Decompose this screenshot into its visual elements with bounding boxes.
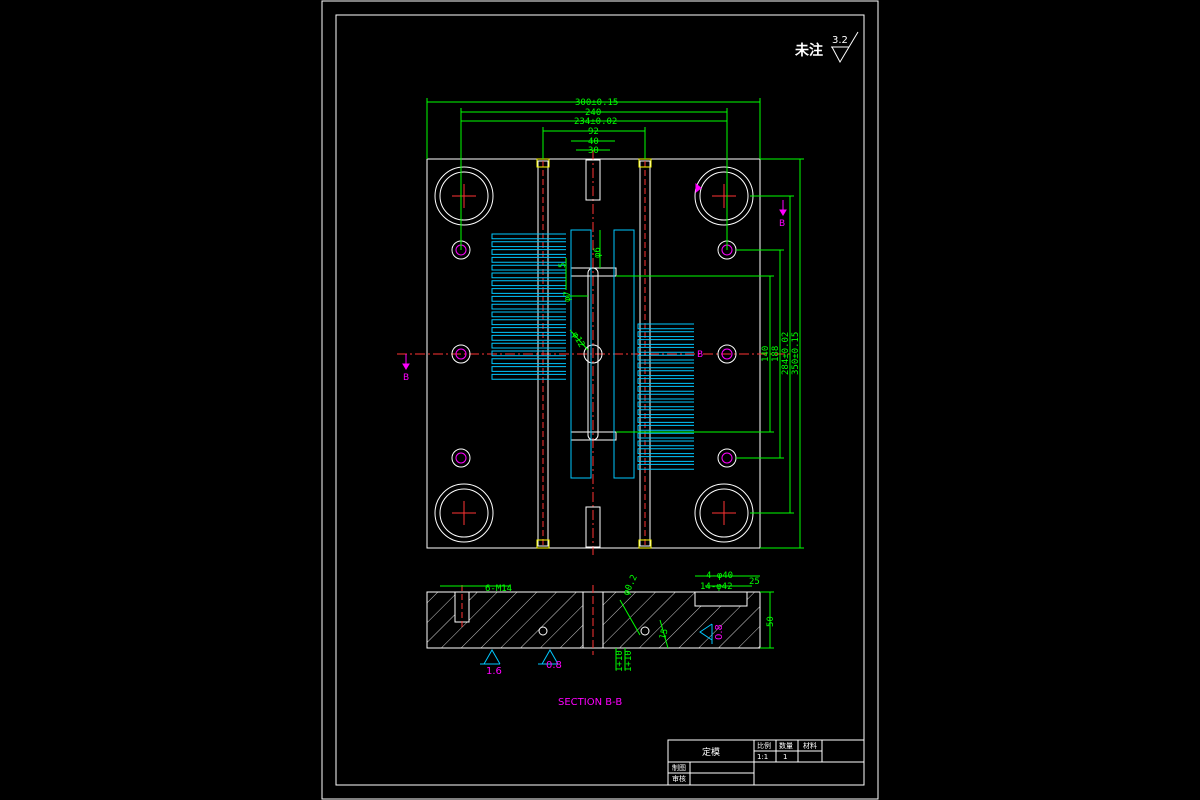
dim-4-phi40: 4-φ40 — [706, 571, 733, 581]
dim-140: 140 — [761, 346, 771, 362]
title-header-qty: 数量 — [779, 741, 793, 750]
section-mark-b-mid: B — [697, 350, 703, 360]
title-header-scale: 比例 — [757, 741, 771, 750]
dim-30: 30 — [588, 146, 599, 156]
dim-25: 25 — [749, 577, 760, 587]
dim-phi7: φ7 — [563, 291, 573, 302]
roughness-note-value: 3.2 — [832, 35, 848, 46]
dim-1-10-b: 1+10 — [624, 650, 634, 672]
roughness-note-label: 未注 — [795, 42, 823, 59]
section-view: 6-M14 4-φ40 14-φ42 φ0.2 15 50 25 1+10 1+… — [426, 571, 776, 708]
section-title: SECTION B-B — [558, 697, 622, 708]
title-value-scale: 1:1 — [757, 753, 768, 761]
title-part-name: 定模 — [702, 746, 720, 758]
dim-phi6: φ6 — [593, 247, 603, 258]
cad-drawing-canvas: 未注 3.2 300±0.15 240 234±0.02 92 40 30 14… — [321, 0, 879, 800]
title-row-check: 审核 — [672, 774, 686, 783]
dim-284: 284±0.02 — [781, 332, 791, 375]
cavity-left — [491, 233, 566, 380]
plan-view: 300±0.15 240 234±0.02 92 40 30 140 188 2… — [397, 98, 804, 555]
dim-350: 350±0.15 — [791, 332, 801, 375]
title-header-material: 材料 — [803, 741, 817, 750]
dim-14-phi42: 14-φ42 — [700, 582, 733, 592]
section-mark-b-right: B — [779, 219, 785, 229]
section-mark-b-left: B — [403, 373, 409, 383]
roughness-0-8-b: 0.8 — [714, 624, 725, 640]
title-row-drawn: 制图 — [672, 763, 686, 772]
dim-92: 92 — [588, 127, 599, 137]
dim-50: 50 — [766, 616, 776, 627]
dim-5: 5 — [558, 263, 568, 268]
dim-188: 188 — [771, 346, 781, 362]
roughness-0-8-a: 0.8 — [546, 660, 562, 671]
dim-300: 300±0.15 — [575, 98, 618, 108]
dim-6-m14: 6-M14 — [485, 584, 512, 594]
dim-phi12: φ12 — [569, 331, 586, 350]
title-value-qty: 1 — [783, 753, 787, 761]
dim-234: 234±0.02 — [574, 117, 617, 127]
roughness-1-6: 1.6 — [486, 666, 502, 677]
cavity-right — [637, 323, 694, 470]
